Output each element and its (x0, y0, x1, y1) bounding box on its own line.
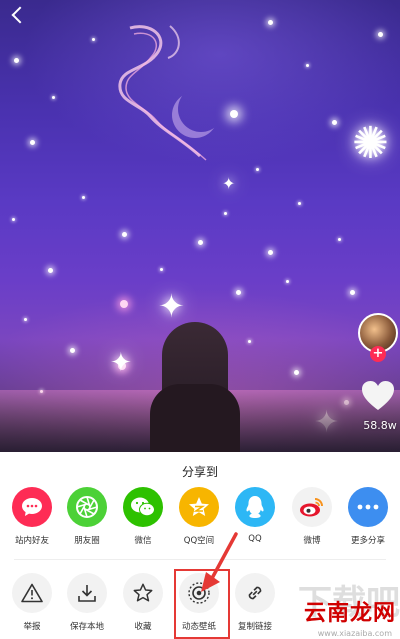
star (298, 202, 301, 205)
sparkle: ✦ (110, 348, 132, 378)
video-player[interactable]: ✺ ✦ ✦ ✦ ✦ + 58.8w (0, 0, 400, 452)
qq-penguin-icon (235, 487, 275, 527)
star (256, 168, 259, 171)
star (122, 232, 127, 237)
share-sheet-title: 分享到 (181, 465, 218, 479)
favorite-label: 收藏 (134, 622, 152, 632)
star (82, 196, 85, 199)
star (378, 32, 383, 37)
star (338, 238, 341, 241)
watermark: 下载吧 云南龙网 www.xiazaiba.com (264, 575, 400, 639)
share-more-label: 更多分享 (350, 536, 385, 546)
crescent-moon (178, 86, 224, 132)
star (236, 290, 241, 295)
share-weibo[interactable]: 微博 (286, 487, 338, 546)
warning-icon (12, 573, 52, 613)
watermark-site-name: 云南龙网 (303, 601, 396, 626)
more-dots-icon (348, 487, 388, 527)
star (248, 340, 251, 343)
star (332, 120, 337, 125)
sparkle: ✦ (158, 287, 185, 325)
share-internal-friends-label: 站内好友 (14, 536, 49, 546)
star (286, 280, 289, 283)
star (14, 58, 19, 63)
report-button[interactable]: 举报 (6, 573, 58, 632)
girl-silhouette (150, 322, 240, 452)
share-moments[interactable]: 朋友圈 (61, 487, 113, 546)
share-moments-label: 朋友圈 (74, 536, 100, 546)
star (294, 370, 299, 375)
star (268, 250, 273, 255)
share-more[interactable]: 更多分享 (342, 487, 394, 546)
star (120, 300, 128, 308)
sparkle: ✺ (352, 118, 389, 169)
red-arrow-icon (201, 532, 238, 592)
download-icon (67, 573, 107, 613)
weibo-icon (292, 487, 332, 527)
sparkle: ✦ (222, 174, 236, 193)
qzone-star-icon (179, 487, 219, 527)
message-bubble-icon (12, 487, 52, 527)
moments-aperture-icon (67, 487, 107, 527)
share-wechat[interactable]: 微信 (117, 487, 169, 546)
star (48, 268, 53, 273)
star (70, 348, 75, 353)
save-local-label: 保存本地 (69, 622, 104, 632)
report-label: 举报 (23, 622, 41, 632)
favorite-button[interactable]: 收藏 (117, 573, 169, 632)
wechat-icon (123, 487, 163, 527)
star (12, 218, 15, 221)
star (24, 318, 27, 321)
share-weibo-label: 微博 (303, 536, 321, 546)
share-wechat-label: 微信 (134, 536, 152, 546)
save-local-button[interactable]: 保存本地 (61, 573, 113, 632)
star (230, 110, 238, 118)
follow-button[interactable]: + (370, 346, 386, 362)
star (30, 140, 35, 145)
watermark-url: www.xiazaiba.com (317, 629, 392, 638)
star (350, 290, 355, 295)
star (92, 38, 95, 41)
star (224, 212, 227, 215)
heart-icon[interactable] (361, 380, 395, 412)
star (306, 64, 309, 67)
like-count: 58.8w (363, 419, 397, 432)
star-icon (123, 573, 163, 613)
back-chevron-icon[interactable] (8, 6, 28, 26)
share-internal-friends[interactable]: 站内好友 (6, 487, 58, 546)
star (52, 96, 55, 99)
star (160, 268, 163, 271)
star (198, 240, 203, 245)
star (268, 20, 273, 25)
